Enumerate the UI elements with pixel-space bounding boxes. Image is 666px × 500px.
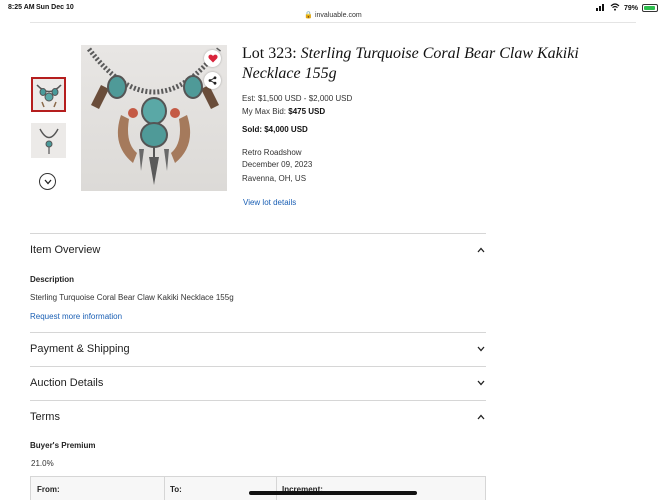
- buyers-premium-label: Buyer's Premium: [30, 441, 96, 450]
- payment-shipping-title: Payment & Shipping: [30, 343, 130, 355]
- auction-details-title: Auction Details: [30, 377, 104, 389]
- favorite-button[interactable]: [204, 50, 221, 67]
- buyers-premium-value: 21.0%: [31, 459, 54, 468]
- chevron-down-icon: [476, 378, 486, 388]
- address-url: invaluable.com: [314, 12, 362, 19]
- battery-icon: [642, 4, 658, 12]
- view-lot-details-link[interactable]: View lot details: [243, 198, 296, 207]
- chevron-down-icon: [44, 179, 51, 184]
- status-bar: 8:25 AM Sun Dec 10 🔒 invaluable.com 79%: [0, 0, 666, 20]
- status-time: 8:25 AM: [8, 4, 35, 11]
- share-icon: [208, 76, 217, 85]
- item-overview-title: Item Overview: [30, 244, 101, 256]
- chevron-up-icon: [476, 412, 486, 422]
- table-column-divider: [164, 477, 165, 500]
- divider: [30, 400, 486, 401]
- table-header-to: To:: [170, 485, 182, 494]
- more-images-button[interactable]: [39, 173, 56, 190]
- table-column-divider: [276, 477, 277, 500]
- battery-percent: 79%: [623, 4, 638, 12]
- address-bar[interactable]: 🔒 invaluable.com: [0, 11, 666, 19]
- necklace-front-thumbnail[interactable]: [31, 77, 66, 112]
- status-indicators: 79%: [595, 3, 658, 13]
- item-overview-header[interactable]: Item Overview: [30, 244, 486, 256]
- payment-shipping-header[interactable]: Payment & Shipping: [30, 343, 486, 355]
- home-indicator[interactable]: [249, 491, 417, 495]
- status-date: Sun Dec 10: [36, 4, 74, 11]
- chevron-down-icon: [476, 344, 486, 354]
- divider: [30, 233, 486, 234]
- max-bid-label: My Max Bid:: [242, 107, 287, 116]
- necklace-photo: [87, 47, 221, 185]
- necklace-full-thumbnail[interactable]: [31, 123, 66, 158]
- max-bid: My Max Bid: $475 USD: [242, 107, 325, 116]
- terms-title: Terms: [30, 411, 60, 423]
- share-button[interactable]: [204, 72, 221, 89]
- chevron-up-icon: [476, 245, 486, 255]
- signal-icon: [595, 3, 606, 13]
- lot-title: Lot 323: Sterling Turquoise Coral Bear C…: [242, 44, 622, 84]
- lock-icon: 🔒: [304, 12, 314, 19]
- main-lot-image[interactable]: [81, 45, 227, 191]
- top-divider: [30, 22, 636, 23]
- sold-price: Sold: $4,000 USD: [242, 125, 308, 134]
- estimate-text: Est: $1,500 USD - $2,000 USD: [242, 94, 353, 103]
- auction-location: Ravenna, OH, US: [242, 174, 307, 183]
- divider: [30, 332, 486, 333]
- table-header-from: From:: [37, 485, 60, 494]
- wifi-icon: [610, 3, 620, 13]
- increment-table: From: To: Increment:: [30, 476, 486, 500]
- auction-details-header[interactable]: Auction Details: [30, 377, 486, 389]
- description-text: Sterling Turquoise Coral Bear Claw Kakik…: [30, 293, 234, 302]
- heart-icon: [207, 54, 218, 63]
- max-bid-value: $475 USD: [288, 107, 326, 116]
- divider: [30, 366, 486, 367]
- lot-number: Lot 323:: [242, 45, 301, 62]
- description-label: Description: [30, 275, 75, 284]
- terms-header[interactable]: Terms: [30, 411, 486, 423]
- request-more-info-link[interactable]: Request more information: [30, 312, 122, 321]
- auction-date: December 09, 2023: [242, 160, 313, 169]
- auction-house: Retro Roadshow: [242, 148, 302, 157]
